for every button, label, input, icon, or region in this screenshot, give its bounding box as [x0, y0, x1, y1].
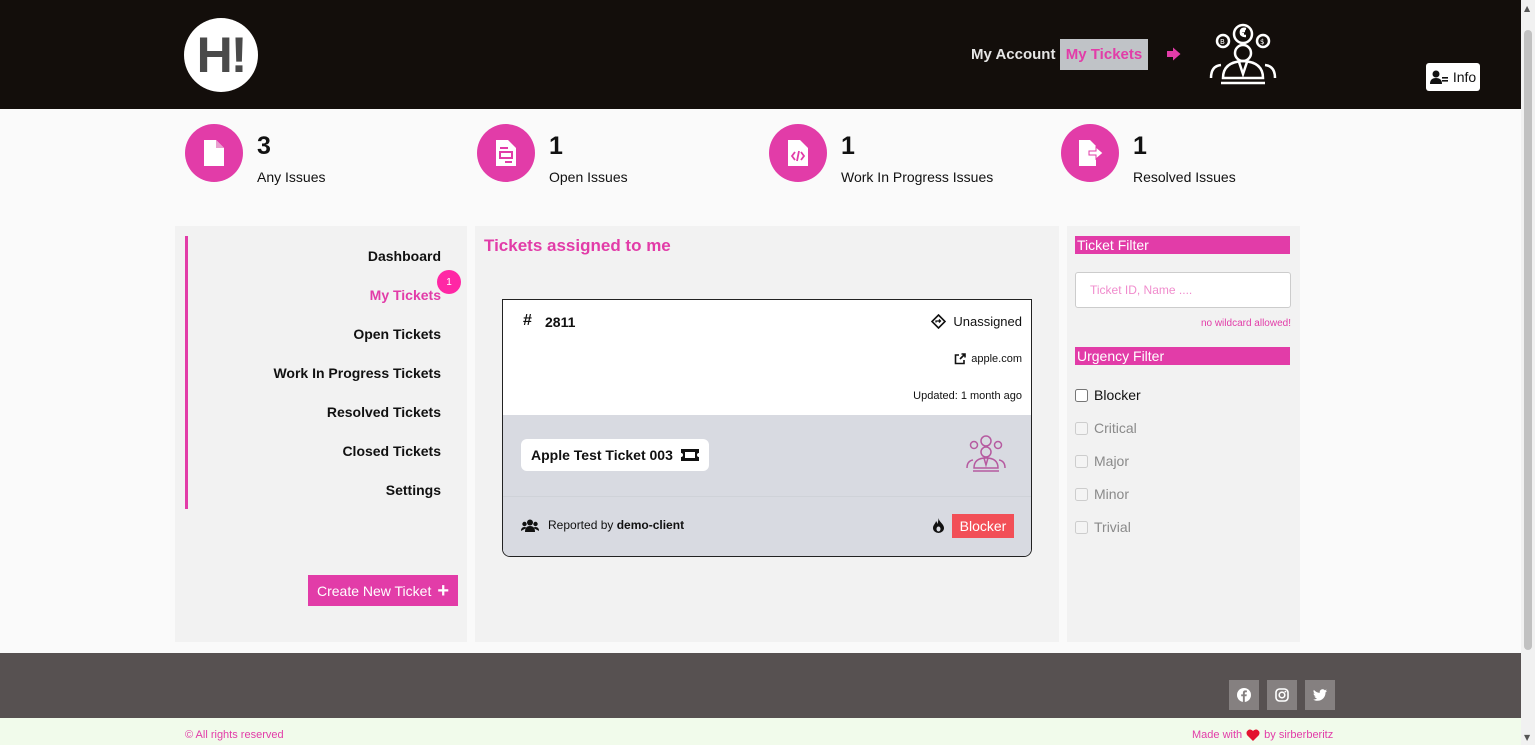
sidebar-item-resolved-tickets[interactable]: Resolved Tickets — [185, 392, 448, 431]
copyright-text: © All rights reserved — [185, 729, 284, 741]
nav-my-tickets[interactable]: My Tickets — [1060, 39, 1148, 70]
info-button[interactable]: Info — [1426, 63, 1480, 91]
scrollbar-thumb[interactable] — [1524, 30, 1532, 650]
brand-logo[interactable]: H! — [184, 18, 258, 92]
stat-label: Any Issues — [257, 169, 326, 185]
heart-icon — [1246, 729, 1260, 741]
ticket-reporter: Reported by demo-client — [521, 518, 684, 532]
ticket-card-body: Apple Test Ticket 003 — [503, 415, 1031, 496]
stat-value: 1 — [549, 132, 563, 160]
sidebar-item-dashboard[interactable]: Dashboard — [185, 236, 448, 275]
urgency-badge: Blocker — [952, 514, 1014, 538]
urgency-option-trivial: Trivial — [1075, 519, 1131, 535]
ticket-card-header: # 2811 Unassigned apple.com Updated: 1 m… — [503, 300, 1031, 415]
logo-text: H! — [196, 27, 248, 83]
minor-checkbox — [1075, 487, 1088, 501]
trivial-checkbox — [1075, 520, 1088, 534]
user-info-icon — [1429, 70, 1448, 84]
nav-my-account[interactable]: My Account — [971, 46, 1055, 63]
stat-icon-circle — [185, 124, 243, 182]
diamond-arrow-icon — [931, 314, 947, 329]
urgency-option-label: Major — [1094, 453, 1130, 469]
urgency-option-label: Blocker — [1094, 387, 1141, 403]
instagram-icon — [1275, 688, 1289, 702]
stat-label: Work In Progress Issues — [841, 169, 994, 185]
stat-label: Resolved Issues — [1133, 169, 1236, 185]
reporter-name: demo-client — [616, 518, 685, 532]
blocker-checkbox[interactable] — [1075, 388, 1088, 402]
ticket-updated: Updated: 1 month ago — [913, 390, 1022, 402]
my-tickets-count-badge: 1 — [437, 270, 461, 294]
info-label: Info — [1452, 69, 1477, 85]
urgency-option-label: Critical — [1094, 420, 1137, 436]
facebook-link[interactable] — [1229, 680, 1259, 710]
file-icon — [204, 140, 224, 166]
domain-text: apple.com — [971, 353, 1022, 365]
urgency-option-major: Major — [1075, 453, 1129, 469]
scroll-down-arrow-icon[interactable]: ▼ — [1524, 733, 1530, 742]
stat-icon-circle — [477, 124, 535, 182]
create-ticket-label: Create New Ticket — [316, 582, 432, 599]
sidebar-item-closed-tickets[interactable]: Closed Tickets — [185, 431, 448, 470]
reported-by-prefix: Reported by — [548, 518, 614, 532]
stat-icon-circle — [1061, 124, 1119, 182]
external-link-icon — [954, 353, 967, 365]
critical-checkbox — [1075, 421, 1088, 435]
search-hint: no wildcard allowed! — [1200, 318, 1291, 329]
urgency-filter-heading: Urgency Filter — [1075, 347, 1290, 365]
twitter-link[interactable] — [1305, 680, 1335, 710]
stat-label: Open Issues — [549, 169, 628, 185]
page-title: Tickets assigned to me — [484, 236, 671, 255]
document-icon — [496, 140, 516, 166]
urgency-option-blocker[interactable]: Blocker — [1075, 387, 1141, 403]
ticket-id: 2811 — [545, 314, 576, 330]
sidebar-item-wip-tickets[interactable]: Work In Progress Tickets — [185, 353, 448, 392]
code-file-icon — [788, 140, 808, 166]
sidebar-item-open-tickets[interactable]: Open Tickets — [185, 314, 448, 353]
scroll-up-arrow-icon[interactable]: ▲ — [1524, 4, 1530, 13]
ticket-name[interactable]: Apple Test Ticket 003 — [521, 439, 709, 471]
made-with-suffix: by sirberberitz — [1264, 729, 1334, 741]
twitter-icon — [1313, 689, 1327, 701]
business-user-avatar-icon[interactable]: B $ — [1207, 22, 1279, 88]
facebook-icon — [1237, 688, 1251, 702]
plus-icon: + — [437, 579, 450, 602]
urgency-option-label: Trivial — [1094, 519, 1131, 535]
stat-icon-circle — [769, 124, 827, 182]
hash-icon: # — [523, 312, 532, 329]
file-export-icon — [1079, 140, 1103, 166]
urgency-option-label: Minor — [1094, 486, 1130, 502]
ticket-assignee: Unassigned — [931, 314, 1022, 329]
sidebar-item-my-tickets[interactable]: My Tickets — [185, 275, 448, 314]
assignee-label: Unassigned — [953, 314, 1022, 329]
stat-value: 1 — [1133, 132, 1147, 160]
logout-icon[interactable] — [1166, 46, 1182, 62]
ticket-name-text: Apple Test Ticket 003 — [531, 447, 673, 463]
business-user-icon — [966, 435, 1006, 472]
stat-value: 3 — [257, 132, 271, 160]
ticket-card-footer: Reported by demo-client Blocker — [503, 496, 1031, 556]
urgency-option-critical: Critical — [1075, 420, 1137, 436]
svg-text:$: $ — [1260, 38, 1264, 46]
fire-icon — [933, 518, 944, 533]
create-new-ticket-button[interactable]: Create New Ticket + — [308, 575, 458, 606]
ticket-search-input[interactable] — [1075, 272, 1291, 308]
stat-value: 1 — [841, 132, 855, 160]
ticket-card[interactable]: # 2811 Unassigned apple.com Updated: 1 m… — [502, 299, 1032, 557]
ticket-domain-link[interactable]: apple.com — [954, 353, 1022, 365]
made-with-credit: Made with by sirberberitz — [1192, 729, 1333, 741]
major-checkbox — [1075, 454, 1088, 468]
instagram-link[interactable] — [1267, 680, 1297, 710]
ticket-filter-heading: Ticket Filter — [1075, 236, 1290, 254]
users-icon — [521, 519, 539, 532]
sidebar-item-settings[interactable]: Settings — [185, 470, 448, 509]
urgency-option-minor: Minor — [1075, 486, 1129, 502]
made-with-prefix: Made with — [1192, 729, 1243, 741]
svg-text:B: B — [1220, 38, 1225, 46]
ticket-icon — [680, 449, 699, 461]
